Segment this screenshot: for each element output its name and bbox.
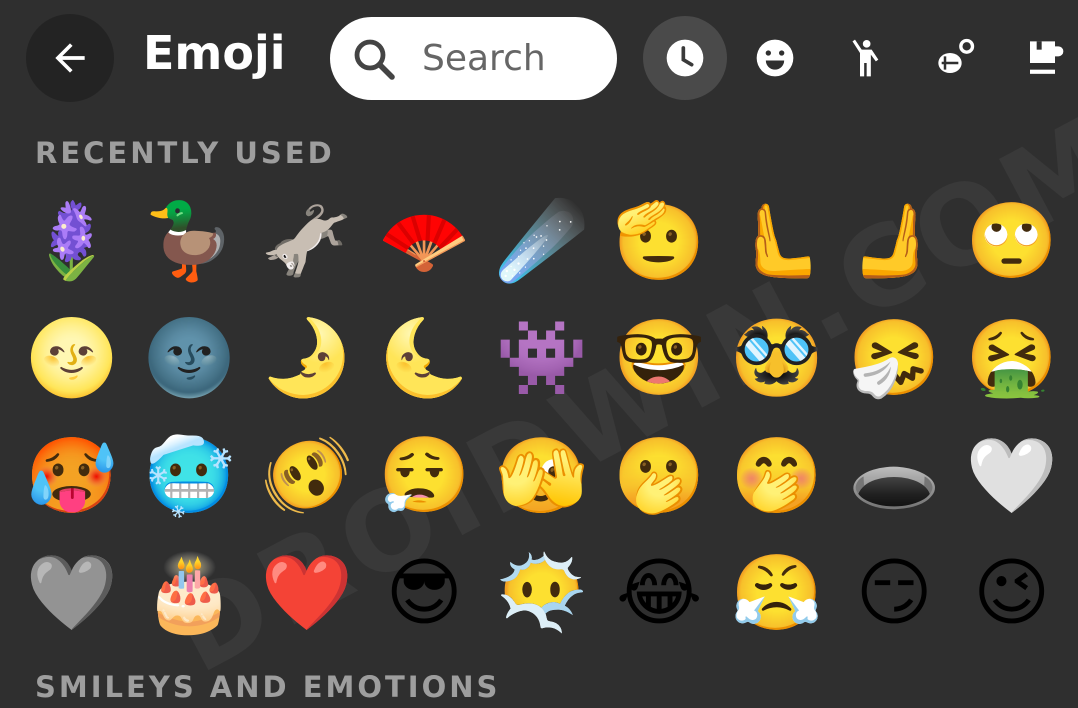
emoji-item[interactable]: 🫡 (601, 182, 719, 300)
emoji-item[interactable]: 🌝 (13, 300, 131, 418)
emoji-item[interactable]: 🤍 (953, 417, 1071, 535)
emoji-item[interactable]: 🫏 (248, 182, 366, 300)
emoji-item[interactable]: 🤭 (718, 417, 836, 535)
emoji-item[interactable]: 🤮 (953, 300, 1071, 418)
emoji-item[interactable]: 🌜 (366, 300, 484, 418)
emoji-item[interactable]: 😏 (836, 535, 954, 653)
emoji-item[interactable]: 🩶 (13, 535, 131, 653)
section-label-recent: RECENTLY USED (35, 136, 335, 170)
tab-food[interactable] (1003, 16, 1078, 100)
tab-nature[interactable] (913, 16, 997, 100)
emoji-item[interactable]: 🫢 (601, 417, 719, 535)
emoji-item[interactable]: 😉 (953, 535, 1071, 653)
emoji-item[interactable]: 🫣 (483, 417, 601, 535)
person-icon (852, 39, 879, 77)
search-icon (354, 39, 395, 80)
arrow-left-icon (55, 43, 85, 73)
emoji-item[interactable]: 🪻 (13, 182, 131, 300)
emoji-grid: 🪻 🦆 🫏 🪭 ☄️ 🫡 🫷 🫸 🙄 🌝 🌚 🌛 🌜 👾 🤓 🥸 🤧 🤮 🥵 🥶 🫨 😮‍💨 🫣 🫢 🤭 🕳️ 🤍 🩶 🎂 ❤️ 😎 😶‍🌫️… (13, 182, 1071, 652)
emoji-item[interactable]: 😤 (718, 535, 836, 653)
cup-icon (1030, 41, 1064, 74)
emoji-item[interactable]: 😮‍💨 (366, 417, 484, 535)
search-bar[interactable] (330, 17, 617, 100)
tab-smileys[interactable] (733, 16, 817, 100)
emoji-item[interactable]: ❤️ (248, 535, 366, 653)
emoji-item[interactable]: 🦆 (131, 182, 249, 300)
emoji-item[interactable]: 😎 (366, 535, 484, 653)
page-title: Emoji (143, 26, 286, 80)
section-label-smileys: SMILEYS AND EMOTIONS (35, 670, 501, 704)
emoji-item[interactable]: 🫨 (248, 417, 366, 535)
emoji-item[interactable]: 🕳️ (836, 417, 954, 535)
emoji-item[interactable]: 🤓 (601, 300, 719, 418)
back-button[interactable] (26, 14, 114, 102)
emoji-item[interactable]: 🫸 (836, 182, 954, 300)
emoji-item[interactable]: 🙄 (953, 182, 1071, 300)
emoji-item[interactable]: 🥸 (718, 300, 836, 418)
bee-flower-icon (938, 38, 975, 73)
emoji-item[interactable]: 🌚 (131, 300, 249, 418)
emoji-item[interactable]: 🥵 (13, 417, 131, 535)
emoji-item[interactable]: 🌛 (248, 300, 366, 418)
emoji-item[interactable]: 🎂 (131, 535, 249, 653)
emoji-item[interactable]: 🥶 (131, 417, 249, 535)
emoji-item[interactable]: 😶‍🌫️ (483, 535, 601, 653)
emoji-item[interactable]: 😂 (601, 535, 719, 653)
smiley-icon (756, 39, 794, 77)
tab-recent[interactable] (643, 16, 727, 100)
emoji-item[interactable]: 🤧 (836, 300, 954, 418)
emoji-item[interactable]: 👾 (483, 300, 601, 418)
emoji-item[interactable]: 🫷 (718, 182, 836, 300)
search-input[interactable] (420, 37, 604, 80)
emoji-item[interactable]: ☄️ (483, 182, 601, 300)
emoji-item[interactable]: 🪭 (366, 182, 484, 300)
clock-icon (666, 39, 704, 77)
tab-people[interactable] (823, 16, 907, 100)
